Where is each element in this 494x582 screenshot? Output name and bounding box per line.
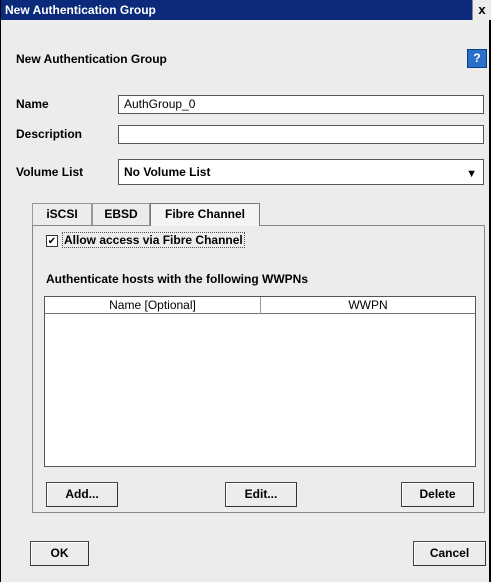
help-icon[interactable]: ? xyxy=(467,49,487,68)
volume-list-value: No Volume List xyxy=(124,165,211,179)
edit-button[interactable]: Edit... xyxy=(225,482,297,507)
column-header-name[interactable]: Name [Optional] xyxy=(45,297,261,314)
allow-access-label[interactable]: Allow access via Fibre Channel xyxy=(62,232,245,248)
volume-list-label: Volume List xyxy=(16,165,84,179)
title-bar[interactable]: New Authentication Group x xyxy=(1,0,491,20)
description-label: Description xyxy=(16,127,83,141)
tab-ebsd[interactable]: EBSD xyxy=(92,203,150,225)
page-title: New Authentication Group xyxy=(16,52,167,66)
new-authentication-group-dialog: New Authentication Group x New Authentic… xyxy=(0,0,491,582)
wwpn-table[interactable]: Name [Optional] WWPN xyxy=(44,296,476,467)
close-icon[interactable]: x xyxy=(472,0,491,20)
allow-access-checkbox[interactable]: ✔ xyxy=(46,235,58,247)
window-title: New Authentication Group xyxy=(5,3,156,17)
chevron-down-icon[interactable]: ▼ xyxy=(466,162,477,186)
tab-fibre-channel[interactable]: Fibre Channel xyxy=(150,203,260,226)
name-label: Name xyxy=(16,97,49,111)
delete-button[interactable]: Delete xyxy=(401,482,474,507)
tab-iscsi[interactable]: iSCSI xyxy=(32,203,92,225)
add-button[interactable]: Add... xyxy=(46,482,118,507)
name-field[interactable]: AuthGroup_0 xyxy=(118,95,484,114)
description-field[interactable] xyxy=(118,125,484,144)
ok-button[interactable]: OK xyxy=(30,541,89,566)
cancel-button[interactable]: Cancel xyxy=(413,541,486,566)
volume-list-select[interactable]: No Volume List ▼ xyxy=(118,159,484,185)
wwpn-section-label: Authenticate hosts with the following WW… xyxy=(46,272,308,286)
column-header-wwpn[interactable]: WWPN xyxy=(261,297,475,314)
